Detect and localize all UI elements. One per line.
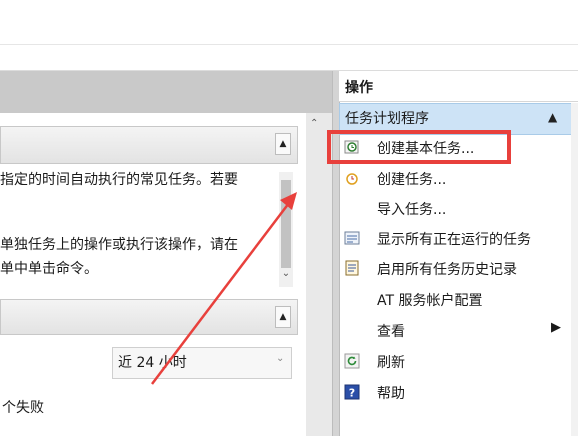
- annotation-arrow: [151, 192, 297, 385]
